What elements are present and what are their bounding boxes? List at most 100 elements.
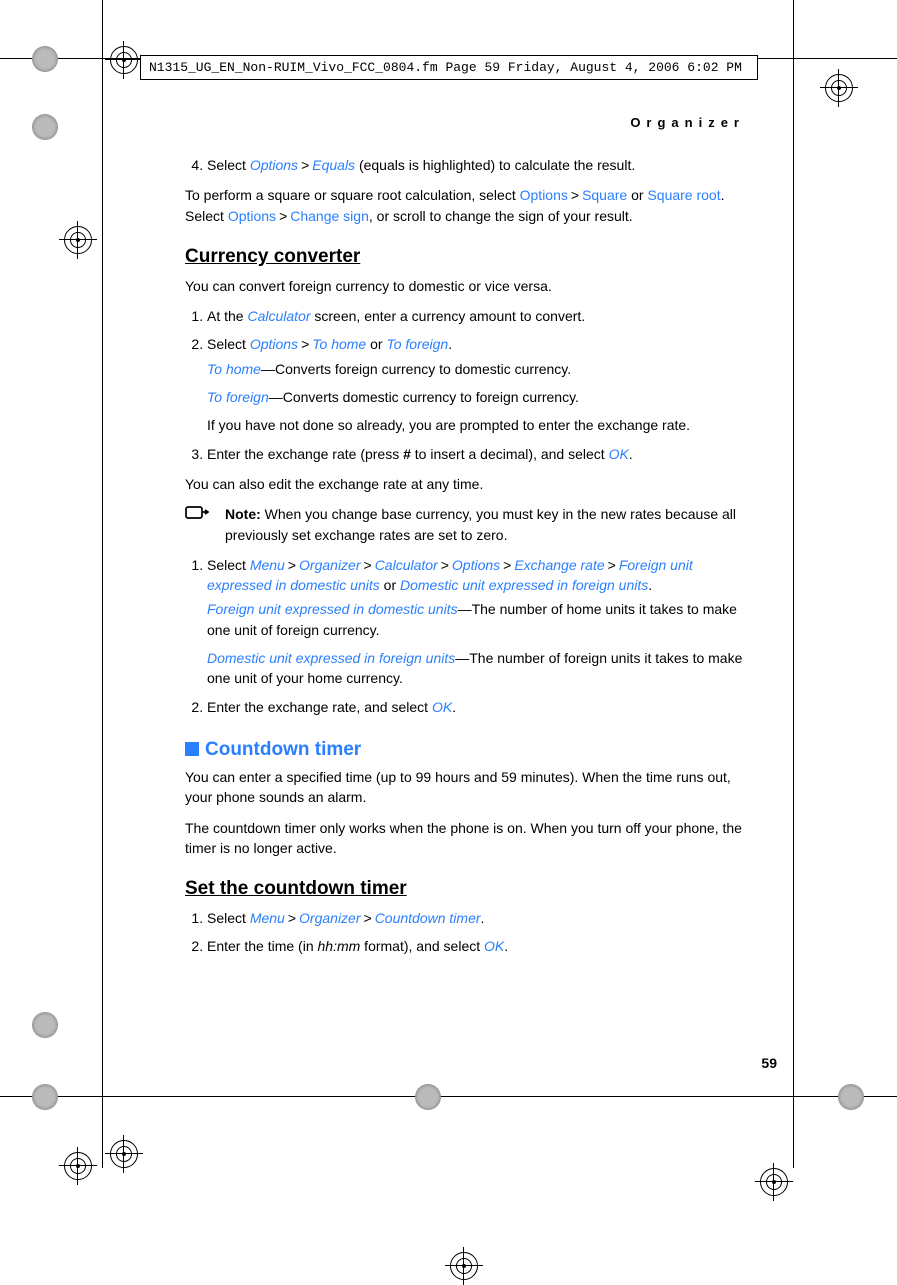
registration-mark-gray [32,1012,58,1038]
text: , or scroll to change the sign of your r… [369,208,633,224]
to-home-def: —Converts foreign currency to domestic c… [261,361,571,377]
gt: > [503,557,511,573]
section-bullet-icon [185,742,199,756]
note-text: Note: When you change base currency, you… [225,504,745,545]
text: Select [207,557,250,573]
crop-line-right [793,0,794,1168]
text: . [648,577,652,593]
ui-square: Square [582,187,627,203]
text: To perform a square or square root calcu… [185,187,520,203]
registration-mark-gray [32,114,58,140]
ui-to-foreign: To foreign [386,336,448,352]
set-step-1: Select Menu>Organizer>Countdown timer. [207,908,745,928]
text: Select [207,157,250,173]
gt: > [288,910,296,926]
ui-to-home: To home [207,361,261,377]
gt: > [364,557,372,573]
exchange-step-1: Select Menu>Organizer>Calculator>Options… [207,555,745,689]
square-paragraph: To perform a square or square root calcu… [185,185,745,226]
ui-countdown-timer: Countdown timer [375,910,481,926]
ui-ok: OK [484,938,504,954]
text: . [504,938,508,954]
registration-mark-icon [450,1252,478,1280]
ui-domestic-unit-foreign: Domestic unit expressed in foreign units [207,650,455,666]
ui-options: Options [250,336,298,352]
registration-mark-gray [415,1084,441,1110]
currency-converter-heading: Currency converter [185,246,745,268]
text: Select [207,336,250,352]
text: At the [207,308,247,324]
note-label: Note: [225,506,261,522]
countdown-timer-heading: Countdown timer [185,739,745,761]
page-number: 59 [761,1055,777,1071]
ui-exchange-rate: Exchange rate [514,557,604,573]
text: (equals is highlighted) to calculate the… [355,157,635,173]
registration-mark-icon [64,226,92,254]
ui-calculator: Calculator [375,557,438,573]
calc-steps-continued: Select Options>Equals (equals is highlig… [185,155,745,175]
gt: > [364,910,372,926]
ui-menu: Menu [250,557,285,573]
text: Select [207,910,250,926]
to-foreign-def: —Converts domestic currency to foreign c… [269,389,579,405]
text: screen, enter a currency amount to conve… [311,308,586,324]
registration-mark-icon [64,1152,92,1180]
registration-mark-icon [825,74,853,102]
text: . [629,446,633,462]
ui-equals: Equals [312,157,355,173]
ui-ok: OK [609,446,629,462]
ui-menu: Menu [250,910,285,926]
registration-mark-gray [32,46,58,72]
text: . [452,699,456,715]
running-head: Organizer [185,115,745,130]
note-box: Note: When you change base currency, you… [185,504,745,545]
exchange-prompt: If you have not done so already, you are… [207,415,745,435]
currency-intro: You can convert foreign currency to dome… [185,276,745,296]
text: to insert a decimal), and select [411,446,609,462]
ui-organizer: Organizer [299,557,360,573]
text: or [380,577,400,593]
timer-p2: The countdown timer only works when the … [185,818,745,859]
gt: > [608,557,616,573]
text: When you change base currency, you must … [225,506,736,542]
crop-line-bottom [0,1096,897,1097]
edit-rate-anytime: You can also edit the exchange rate at a… [185,474,745,494]
exchange-rate-steps: Select Menu>Organizer>Calculator>Options… [185,555,745,717]
exchange-step-2: Enter the exchange rate, and select OK. [207,697,745,717]
currency-step-1: At the Calculator screen, enter a curren… [207,306,745,326]
text: Enter the exchange rate (press [207,446,403,462]
text: . [448,336,452,352]
ui-options: Options [250,157,298,173]
text: Enter the exchange rate, and select [207,699,432,715]
hhmm-format: hh:mm [318,938,361,954]
crop-line-left [102,0,103,1168]
ui-ok: OK [432,699,452,715]
ui-calculator: Calculator [247,308,310,324]
ui-change-sign: Change sign [290,208,369,224]
currency-steps: At the Calculator screen, enter a curren… [185,306,745,464]
ui-to-home: To home [312,336,366,352]
set-countdown-heading: Set the countdown timer [185,878,745,900]
hash-key: # [403,446,411,462]
registration-mark-gray [32,1084,58,1110]
ui-square-root: Square root [647,187,720,203]
text: format), and select [360,938,484,954]
ui-to-foreign: To foreign [207,389,269,405]
ui-options: Options [228,208,276,224]
ui-options: Options [452,557,500,573]
framemaker-header: N1315_UG_EN_Non-RUIM_Vivo_FCC_0804.fm Pa… [140,55,758,80]
page-content: Organizer Select Options>Equals (equals … [185,115,745,967]
set-countdown-steps: Select Menu>Organizer>Countdown timer. E… [185,908,745,957]
gt: > [301,336,309,352]
text: . [481,910,485,926]
header-text: N1315_UG_EN_Non-RUIM_Vivo_FCC_0804.fm Pa… [149,60,742,75]
currency-step-2: Select Options>To home or To foreign. To… [207,334,745,435]
ui-foreign-unit-domestic: Foreign unit expressed in domestic units [207,601,458,617]
gt: > [288,557,296,573]
ui-options: Options [520,187,568,203]
gt: > [571,187,579,203]
gt: > [279,208,287,224]
text: Enter the time (in [207,938,318,954]
ui-organizer: Organizer [299,910,360,926]
note-icon [185,504,225,529]
